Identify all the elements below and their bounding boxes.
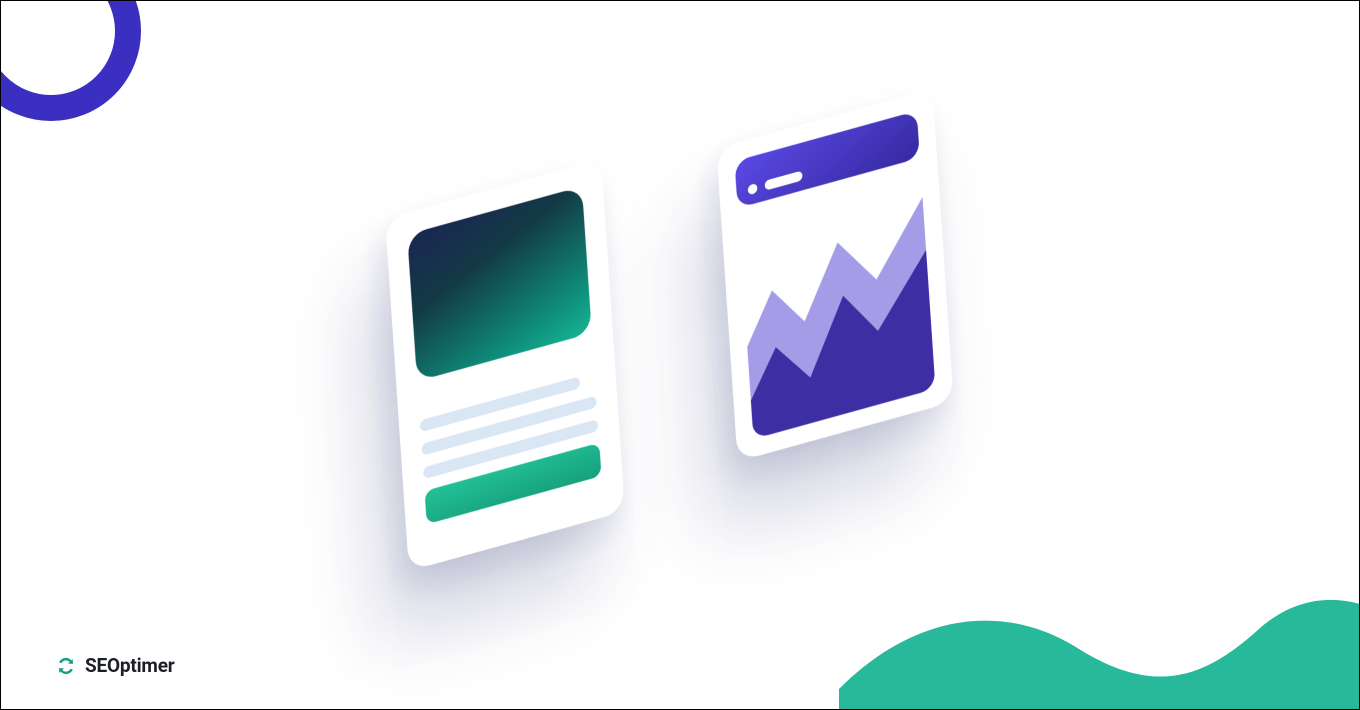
text-line-placeholder [423,419,599,479]
brand-logo: SEOptimer [55,654,175,677]
decor-arc-top-left [0,0,141,121]
brand-name: SEOptimer [85,654,175,677]
card-area-chart [739,179,935,439]
card-text-lines [420,372,599,479]
card-cta-button-placeholder [425,443,602,525]
decor-wave-bottom-right [839,489,1360,710]
card-analytics [716,89,953,462]
text-line-placeholder [420,376,580,432]
header-dot-icon [748,183,758,195]
text-line-placeholder [421,396,597,456]
brand-mark-icon [55,655,77,677]
illustration-canvas: SEOptimer [0,0,1360,710]
card-hero-panel [407,186,592,381]
header-pill-icon [764,170,802,190]
card-landing-page [385,159,625,571]
card-header-bar [734,111,919,208]
